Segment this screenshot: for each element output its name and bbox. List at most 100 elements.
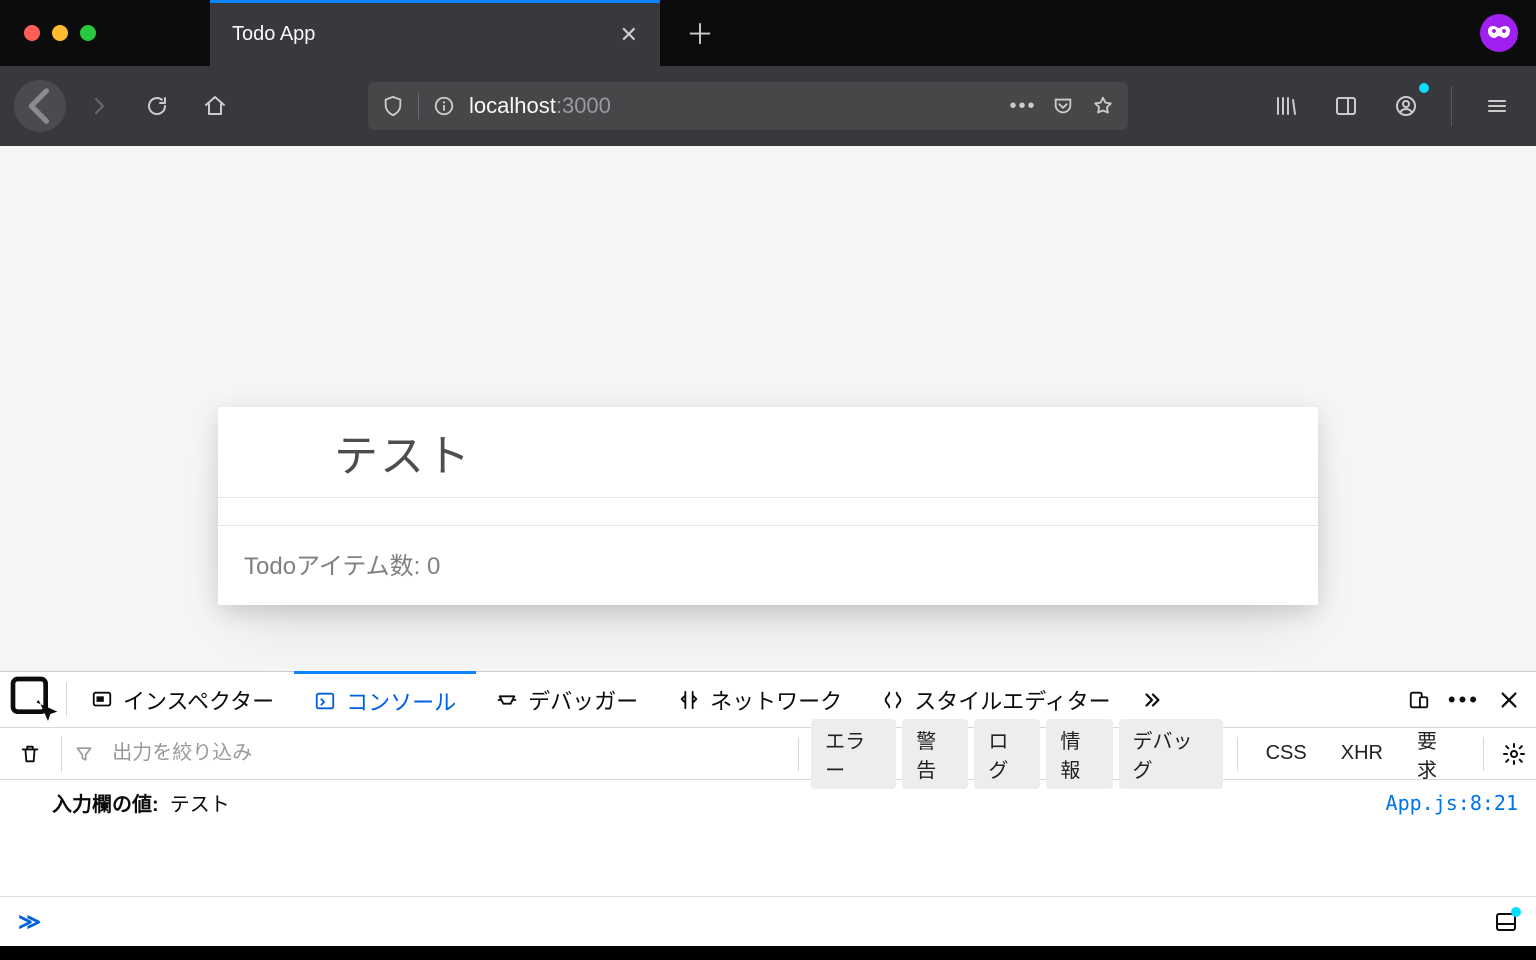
tab-console[interactable]: コンソール [294, 671, 476, 727]
shield-icon[interactable] [382, 95, 404, 117]
pocket-icon[interactable] [1052, 95, 1074, 117]
back-button[interactable] [14, 80, 66, 132]
toggle-log[interactable]: ログ [974, 719, 1040, 789]
tab-console-label: コンソール [346, 685, 456, 717]
close-window-button[interactable] [24, 25, 40, 41]
forward-button[interactable] [74, 81, 124, 131]
address-bar[interactable]: localhost:3000 ••• [368, 82, 1128, 130]
todo-card: Todoアイテム数: 0 [218, 407, 1318, 605]
page-viewport: Todoアイテム数: 0 [0, 146, 1536, 671]
todo-input-row [218, 407, 1318, 498]
devtools-close-button[interactable] [1498, 689, 1520, 711]
funnel-icon [74, 744, 94, 764]
addrbar-divider [418, 93, 419, 119]
browser-tab-active[interactable]: Todo App ✕ [210, 0, 660, 66]
arrow-left-icon [14, 80, 66, 132]
element-picker-button[interactable] [6, 672, 62, 727]
toggles-divider-2 [1237, 737, 1238, 771]
toggle-xhr[interactable]: XHR [1327, 736, 1397, 771]
addrbar-actions: ••• [1012, 95, 1114, 117]
close-icon [1498, 689, 1520, 711]
tab-inspector-label: インスペクター [123, 684, 274, 716]
navigation-toolbar: localhost:3000 ••• [0, 66, 1536, 146]
responsive-design-button[interactable] [1408, 689, 1430, 711]
tab-network-label: ネットワーク [710, 684, 842, 716]
toggle-requests[interactable]: 要求 [1403, 719, 1469, 789]
minimize-window-button[interactable] [52, 25, 68, 41]
devtools-kebab-button[interactable]: ••• [1448, 687, 1480, 713]
tab-inspector[interactable]: インスペクター [71, 672, 294, 727]
style-editor-icon [882, 689, 904, 711]
debugger-icon [496, 689, 518, 711]
tab-debugger[interactable]: デバッガー [476, 672, 658, 727]
todo-count-label: Todoアイテム数: 0 [244, 553, 440, 580]
home-icon [203, 94, 227, 118]
home-button[interactable] [190, 81, 240, 131]
private-browsing-badge[interactable] [1480, 14, 1518, 52]
console-level-toggles: エラー 警告 ログ 情報 デバッグ CSS XHR 要求 [798, 719, 1526, 789]
toolbar-separator [1451, 86, 1452, 126]
todo-separator [218, 498, 1318, 526]
clear-console-button[interactable] [10, 743, 49, 765]
console-settings-button[interactable] [1502, 742, 1526, 766]
reload-button[interactable] [132, 81, 182, 131]
hamburger-icon [1485, 94, 1509, 118]
console-filter-input[interactable] [106, 742, 786, 765]
toggle-debug[interactable]: デバッグ [1119, 719, 1223, 789]
log-label: 入力欄の値: [52, 794, 159, 816]
maximize-window-button[interactable] [80, 25, 96, 41]
url-host: localhost [469, 93, 556, 119]
tab-debugger-label: デバッガー [528, 684, 638, 716]
new-tab-button[interactable]: ＋ [686, 13, 714, 53]
log-message: 入力欄の値: テスト [52, 788, 230, 817]
split-console-button[interactable] [1494, 910, 1518, 934]
library-icon [1274, 94, 1298, 118]
url-text: localhost:3000 [469, 93, 611, 119]
responsive-icon [1408, 689, 1430, 711]
arrow-right-icon [87, 94, 111, 118]
account-button[interactable] [1381, 81, 1431, 131]
new-todo-input[interactable] [334, 427, 1282, 477]
todo-footer: Todoアイテム数: 0 [218, 526, 1318, 605]
info-icon[interactable] [433, 95, 455, 117]
library-button[interactable] [1261, 81, 1311, 131]
mask-icon [1487, 21, 1511, 45]
bookmark-star-icon[interactable] [1092, 95, 1114, 117]
sidebar-icon [1334, 94, 1358, 118]
network-icon [678, 689, 700, 711]
tab-style-editor-label: スタイルエディター [914, 684, 1110, 716]
inspector-icon [91, 689, 113, 711]
chevron-double-right-icon [1141, 689, 1163, 711]
tab-strip: Todo App ✕ [210, 0, 660, 66]
log-source-link[interactable]: App.js:8:21 [1386, 791, 1518, 815]
tab-strip-background: ＋ [660, 0, 1536, 66]
console-icon [314, 690, 336, 712]
prompt-caret-icon: ≫ [18, 909, 41, 935]
toggles-divider-3 [1483, 737, 1484, 771]
app-menu-button[interactable] [1472, 81, 1522, 131]
account-icon [1394, 94, 1418, 118]
window-bottom-edge [0, 946, 1536, 960]
toolbar-right [1261, 81, 1522, 131]
console-input-row: ≫ [0, 896, 1536, 946]
toggle-error[interactable]: エラー [811, 719, 896, 789]
titlebar: Todo App ✕ ＋ [0, 0, 1536, 66]
console-log-row[interactable]: 入力欄の値: テスト App.js:8:21 [0, 780, 1536, 825]
close-tab-icon[interactable]: ✕ [620, 22, 638, 48]
toggle-warn[interactable]: 警告 [902, 719, 968, 789]
trash-icon [19, 743, 41, 765]
sidebar-button[interactable] [1321, 81, 1371, 131]
tab-title: Todo App [232, 23, 315, 46]
page-actions-icon[interactable]: ••• [1012, 95, 1034, 117]
console-prompt-input[interactable] [55, 910, 1480, 934]
console-output[interactable]: 入力欄の値: テスト App.js:8:21 [0, 780, 1536, 896]
toggle-css[interactable]: CSS [1252, 736, 1321, 771]
url-port: :3000 [556, 93, 611, 119]
gear-icon [1502, 742, 1526, 766]
toggle-info[interactable]: 情報 [1046, 719, 1112, 789]
log-value: テスト [170, 794, 230, 816]
browser-window: Todo App ✕ ＋ [0, 0, 1536, 960]
notification-dot-icon [1511, 907, 1521, 917]
console-filter-bar: エラー 警告 ログ 情報 デバッグ CSS XHR 要求 [0, 728, 1536, 780]
filterbar-divider [61, 736, 62, 772]
